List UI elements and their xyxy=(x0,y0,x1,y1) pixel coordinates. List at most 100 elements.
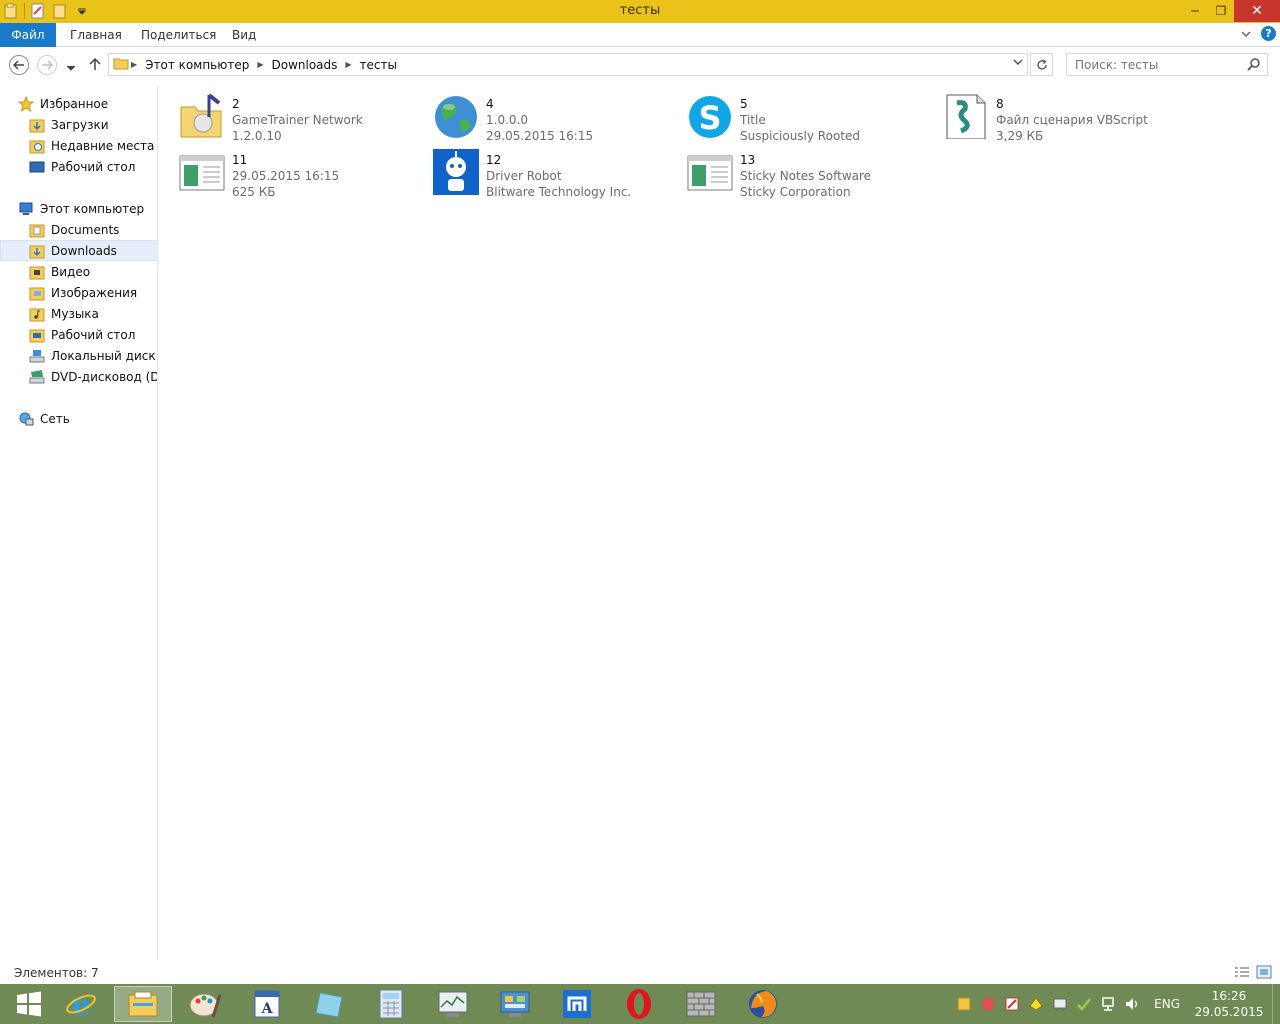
up-button[interactable] xyxy=(88,57,102,74)
internet-explorer-icon: e xyxy=(66,988,96,1020)
expand-ribbon-icon[interactable] xyxy=(1241,27,1251,41)
file-tile[interactable]: 12 Driver Robot Blitware Technology Inc. xyxy=(432,148,672,202)
network-tray-icon[interactable] xyxy=(1096,984,1120,1024)
sidebar-item-this-pc[interactable]: Этот компьютер xyxy=(18,198,157,219)
flag-tray-icon[interactable] xyxy=(1048,984,1072,1024)
search-box[interactable] xyxy=(1066,53,1268,76)
application-window-icon xyxy=(686,148,734,196)
search-icon[interactable] xyxy=(1247,57,1261,74)
recent-locations-button[interactable] xyxy=(66,61,76,75)
network-icon xyxy=(18,411,34,427)
tab-file[interactable]: Файл xyxy=(0,23,56,47)
file-tile[interactable]: 4 1.0.0.0 29.05.2015 16:15 xyxy=(432,92,672,146)
sidebar-item-desktop[interactable]: Рабочий стол xyxy=(29,324,157,345)
globe-icon xyxy=(432,92,480,140)
sidebar-item-documents[interactable]: Documents xyxy=(29,219,157,240)
file-name: 11 xyxy=(232,153,248,167)
breadcrumb-this-pc[interactable]: Этот компьютер xyxy=(145,58,249,72)
sidebar-item-label: Загрузки xyxy=(51,117,109,132)
taskbar-wordpad[interactable]: A xyxy=(238,986,296,1022)
antivirus-tray-icon[interactable] xyxy=(1000,984,1024,1024)
volume-tray-icon[interactable] xyxy=(1120,984,1144,1024)
sidebar-item-label: Этот компьютер xyxy=(40,201,145,216)
sidebar-item-local-disk[interactable]: Локальный диск (C:) xyxy=(29,345,157,366)
computer-icon xyxy=(18,201,34,217)
large-icons-view-icon[interactable] xyxy=(1256,965,1272,982)
taskbar-internet-explorer[interactable]: e xyxy=(52,986,110,1022)
file-meta: Файл сценария VBScript xyxy=(996,113,1148,127)
breadcrumb-current-folder[interactable]: тесты xyxy=(360,58,397,72)
back-button[interactable] xyxy=(9,55,29,75)
address-bar[interactable]: ▶ Этот компьютер ▶ Downloads ▶ тесты xyxy=(108,53,1028,76)
file-explorer-icon xyxy=(128,991,158,1017)
taskbar-control-panel[interactable] xyxy=(486,986,544,1022)
arrow-left-icon xyxy=(13,60,24,70)
clock[interactable]: 16:26 29.05.2015 xyxy=(1194,988,1264,1020)
shield-tray-icon[interactable] xyxy=(976,984,1000,1024)
start-button[interactable] xyxy=(0,986,58,1022)
address-history-icon[interactable] xyxy=(1013,58,1023,69)
notes-tray-icon[interactable] xyxy=(952,984,976,1024)
search-input[interactable] xyxy=(1067,54,1237,75)
sidebar-item-label: Локальный диск (C:) xyxy=(51,348,157,363)
tab-view[interactable]: Вид xyxy=(232,23,256,47)
forward-button[interactable] xyxy=(37,55,57,75)
driver-robot-icon xyxy=(432,148,480,196)
sidebar-item-label: Сеть xyxy=(40,411,70,426)
taskbar-maxthon[interactable] xyxy=(548,986,606,1022)
sidebar-item-network[interactable]: Сеть xyxy=(18,408,157,429)
breadcrumb-downloads[interactable]: Downloads xyxy=(271,58,337,72)
sidebar-item-pictures[interactable]: Изображения xyxy=(29,282,157,303)
taskbar-calculator[interactable] xyxy=(362,986,420,1022)
file-tile[interactable]: S 5 Title Suspiciously Rooted xyxy=(686,92,926,146)
input-language[interactable]: ENG xyxy=(1154,997,1180,1011)
show-desktop-button[interactable] xyxy=(1272,984,1280,1024)
maxthon-icon xyxy=(563,990,591,1018)
breadcrumb-separator-icon[interactable]: ▶ xyxy=(345,60,351,69)
sidebar-item-label: Избранное xyxy=(40,96,109,111)
clock-time: 16:26 xyxy=(1211,989,1247,1003)
file-meta: 625 КБ xyxy=(232,185,276,199)
sidebar-item-downloads[interactable]: Downloads xyxy=(0,240,157,261)
maximize-button[interactable]: ❐ xyxy=(1208,0,1234,22)
control-panel-icon xyxy=(500,991,530,1017)
sidebar-item-downloads-fav[interactable]: Загрузки xyxy=(29,114,157,135)
taskbar-file-explorer[interactable] xyxy=(114,986,172,1022)
sidebar-item-dvd-drive[interactable]: DVD-дисковод (D:) V xyxy=(29,366,157,387)
close-button[interactable]: ✕ xyxy=(1234,0,1280,22)
sidebar-item-favorites[interactable]: Избранное xyxy=(17,93,157,114)
security-tray-icon[interactable] xyxy=(1024,984,1048,1024)
taskbar-firewall[interactable] xyxy=(672,986,730,1022)
sidebar-item-desktop-fav[interactable]: Рабочий стол xyxy=(29,156,157,177)
taskbar-opera[interactable] xyxy=(610,986,668,1022)
taskbar-sticky-notes[interactable] xyxy=(300,986,358,1022)
check-tray-icon[interactable] xyxy=(1072,984,1096,1024)
breadcrumb-separator-icon[interactable]: ▶ xyxy=(131,60,137,69)
refresh-button[interactable] xyxy=(1030,53,1053,76)
file-tile[interactable]: 2 GameTrainer Network 1.2.0.10 xyxy=(178,92,418,146)
taskbar-resource-monitor[interactable] xyxy=(424,986,482,1022)
file-tile[interactable]: 8 Файл сценария VBScript 3,29 КБ xyxy=(942,92,1182,146)
minimize-button[interactable]: ─ xyxy=(1182,0,1208,22)
file-meta: Sticky Corporation xyxy=(740,185,851,199)
taskbar-firefox[interactable] xyxy=(734,986,792,1022)
file-meta: 29.05.2015 16:15 xyxy=(486,129,594,143)
clock-date: 29.05.2015 xyxy=(1194,1005,1264,1019)
breadcrumb-separator-icon[interactable]: ▶ xyxy=(257,60,263,69)
item-count: Элементов: 7 xyxy=(14,966,99,980)
details-view-icon[interactable] xyxy=(1234,965,1250,982)
help-icon[interactable]: ? xyxy=(1261,26,1276,41)
file-tile[interactable]: 13 Sticky Notes Software Sticky Corporat… xyxy=(686,148,926,202)
file-meta: 1.2.0.10 xyxy=(232,129,282,143)
tab-home[interactable]: Главная xyxy=(70,23,122,47)
sidebar-item-recent[interactable]: Недавние места xyxy=(29,135,157,156)
ribbon-tabs: Файл Главная Поделиться Вид ? xyxy=(0,23,1280,47)
arrow-up-icon xyxy=(89,57,101,70)
taskbar-paint[interactable] xyxy=(176,986,234,1022)
tab-share[interactable]: Поделиться xyxy=(141,23,216,47)
sidebar-item-videos[interactable]: Видео xyxy=(29,261,157,282)
navigation-bar: ▶ Этот компьютер ▶ Downloads ▶ тесты xyxy=(0,47,1280,83)
file-tile[interactable]: 11 29.05.2015 16:15 625 КБ xyxy=(178,148,418,202)
file-meta: Driver Robot xyxy=(486,169,562,183)
sidebar-item-music[interactable]: Музыка xyxy=(29,303,157,324)
